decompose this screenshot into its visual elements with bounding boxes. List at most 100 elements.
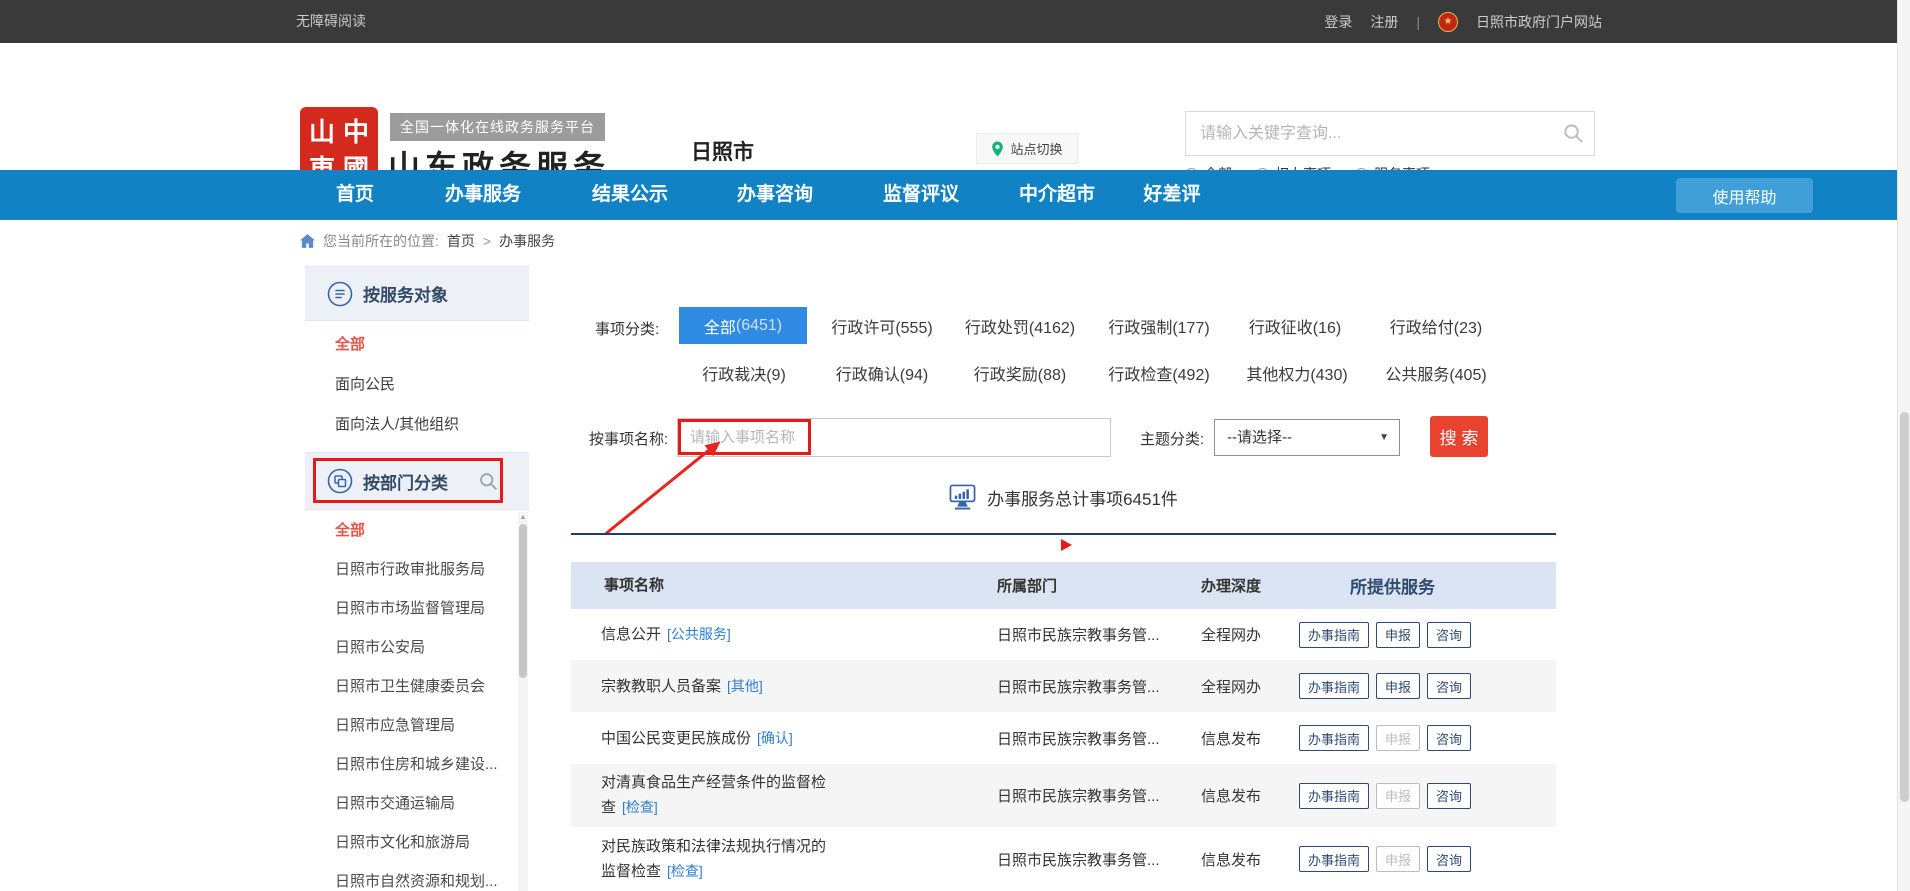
sidebar-item-dept[interactable]: 日照市应急管理局 (305, 706, 518, 745)
breadcrumb-home[interactable]: 首页 (447, 231, 475, 251)
category-chip[interactable]: 行政奖励(88) (974, 361, 1066, 385)
guide-button[interactable]: 办事指南 (1299, 622, 1369, 648)
login-link[interactable]: 登录 (1324, 12, 1352, 32)
keyword-search (1185, 111, 1595, 156)
item-tag-link[interactable]: [其他] (727, 678, 763, 694)
sidebar-item-citizens[interactable]: 面向公民 (305, 365, 529, 405)
category-chip[interactable]: 其他权力(430) (1246, 361, 1347, 385)
col-header-item-name: 事项名称 (571, 574, 997, 598)
list-circle-icon (327, 281, 353, 307)
category-chip[interactable]: 公共服务(405) (1385, 361, 1486, 385)
register-link[interactable]: 注册 (1370, 12, 1398, 32)
apply-button-disabled: 申报 (1376, 783, 1420, 809)
nav-item-agency-market[interactable]: 中介超市 (1019, 170, 1095, 220)
item-tag-link[interactable]: [检查] (622, 799, 658, 815)
stats-row: 办事服务总计事项6451件 (571, 484, 1556, 510)
consult-button[interactable]: 咨询 (1427, 622, 1471, 648)
apply-button[interactable]: 申报 (1376, 673, 1420, 699)
category-chip[interactable]: 行政处罚(4162) (965, 314, 1075, 338)
sidebar-item-all-targets[interactable]: 全部 (305, 325, 529, 365)
topbar: 无障碍阅读 登录 注册 | ★ 日照市政府门户网站 (0, 0, 1910, 43)
category-chip-active[interactable]: 全部(6451) (679, 307, 807, 344)
sidebar-scrollbar[interactable]: ▲ (518, 512, 528, 891)
section-by-service-target[interactable]: 按服务对象 (305, 266, 529, 321)
item-name-link[interactable]: 中国公民变更民族成份 (601, 730, 751, 747)
chart-monitor-icon (949, 484, 976, 510)
keyword-search-input[interactable] (1185, 111, 1595, 156)
sidebar-item-dept[interactable]: 日照市公安局 (305, 628, 518, 667)
apply-button[interactable]: 申报 (1376, 622, 1420, 648)
consult-button[interactable]: 咨询 (1427, 673, 1471, 699)
nav-item-home[interactable]: 首页 (336, 170, 374, 220)
location-pin-icon (991, 141, 1004, 157)
scrollbar-up-arrow-icon[interactable]: ▲ (518, 514, 528, 521)
department-search-icon[interactable] (478, 471, 499, 492)
guide-button[interactable]: 办事指南 (1299, 725, 1369, 751)
item-depth: 信息发布 (1201, 728, 1299, 749)
item-name-link[interactable]: 对民族政策和法律法规执行情况的监督检查 (601, 838, 826, 880)
search-icon[interactable] (1562, 122, 1585, 145)
city-name: 日照市 (691, 136, 754, 166)
sidebar-item-dept[interactable]: 日照市行政审批服务局 (305, 550, 518, 589)
consult-button[interactable]: 咨询 (1427, 725, 1471, 751)
item-depth: 信息发布 (1201, 785, 1299, 806)
apply-button-disabled: 申报 (1376, 725, 1420, 751)
topic-select[interactable]: --请选择-- ▼ (1214, 419, 1400, 456)
table-header: 事项名称 所属部门 办理深度 所提供服务 (571, 562, 1556, 609)
portal-link[interactable]: 日照市政府门户网站 (1476, 12, 1602, 32)
site-switch-button[interactable]: 站点切换 (976, 133, 1078, 164)
item-tag-link[interactable]: [检查] (667, 863, 703, 879)
accessibility-link[interactable]: 无障碍阅读 (296, 0, 366, 43)
item-tag-link[interactable]: [确认] (757, 730, 793, 746)
guide-button[interactable]: 办事指南 (1299, 846, 1369, 872)
sidebar-item-dept[interactable]: 日照市住房和城乡建设... (305, 745, 518, 784)
item-tag-link[interactable]: [公共服务] (667, 626, 731, 642)
sidebar-item-dept[interactable]: 日照市市场监督管理局 (305, 589, 518, 628)
item-name-input[interactable] (677, 418, 1111, 457)
help-button[interactable]: 使用帮助 (1676, 178, 1813, 213)
category-chip[interactable]: 行政征收(16) (1249, 314, 1341, 338)
nav-item-supervision[interactable]: 监督评议 (883, 170, 959, 220)
sidebar-item-dept[interactable]: 日照市卫生健康委员会 (305, 667, 518, 706)
nav-item-rating[interactable]: 好差评 (1143, 170, 1200, 220)
sidebar-item-dept[interactable]: 日照市自然资源和规划... (305, 862, 518, 891)
sidebar-item-dept[interactable]: 日照市文化和旅游局 (305, 823, 518, 862)
header: 山 中 東 國 全国一体化在线政务服务平台 山东政务服务 日照市 站点切换 全部… (0, 43, 1910, 170)
nav-item-services[interactable]: 办事服务 (445, 170, 521, 220)
table-row: 宗教教职人员备案[其他] 日照市民族宗教事务管... 全程网办 办事指南 申报 … (571, 660, 1556, 712)
sidebar-item-dept-all[interactable]: 全部 (305, 511, 518, 550)
col-header-services: 所提供服务 (1299, 573, 1556, 598)
category-filter-label: 事项分类: (595, 318, 659, 339)
guide-button[interactable]: 办事指南 (1299, 673, 1369, 699)
sidebar-item-legal-persons[interactable]: 面向法人/其他组织 (305, 405, 529, 445)
category-chip[interactable]: 行政给付(23) (1390, 314, 1482, 338)
consult-button[interactable]: 咨询 (1427, 783, 1471, 809)
breadcrumb-current: 办事服务 (499, 231, 555, 251)
item-name-link[interactable]: 信息公开 (601, 626, 661, 643)
section-by-department[interactable]: 按部门分类 (305, 452, 529, 510)
page-scrollbar[interactable] (1897, 0, 1910, 891)
topbar-divider: | (1416, 14, 1420, 30)
item-department: 日照市民族宗教事务管... (997, 849, 1201, 870)
guide-button[interactable]: 办事指南 (1299, 783, 1369, 809)
page: 无障碍阅读 登录 注册 | ★ 日照市政府门户网站 山 中 東 國 全国一体化在… (0, 0, 1910, 891)
main-content: 事项分类: 全部(6451) 行政许可(555) 行政处罚(4162) 行政强制… (571, 266, 1556, 891)
nav-item-consult[interactable]: 办事咨询 (737, 170, 813, 220)
apply-button-disabled: 申报 (1376, 846, 1420, 872)
item-department: 日照市民族宗教事务管... (997, 728, 1201, 749)
category-chip[interactable]: 行政裁决(9) (702, 361, 786, 385)
item-name-link[interactable]: 宗教教职人员备案 (601, 678, 721, 695)
nav-item-results[interactable]: 结果公示 (592, 170, 668, 220)
category-chip[interactable]: 行政检查(492) (1108, 361, 1209, 385)
search-submit-button[interactable]: 搜 索 (1430, 416, 1488, 457)
page-scrollbar-thumb[interactable] (1900, 412, 1909, 802)
consult-button[interactable]: 咨询 (1427, 846, 1471, 872)
category-chip[interactable]: 行政强制(177) (1108, 314, 1209, 338)
category-chip[interactable]: 行政许可(555) (831, 314, 932, 338)
sidebar-scrollbar-thumb[interactable] (519, 524, 527, 678)
category-chip[interactable]: 行政确认(94) (836, 361, 928, 385)
department-circle-icon (327, 468, 353, 494)
breadcrumb-prefix: 您当前所在的位置: (323, 231, 439, 251)
sidebar-item-dept[interactable]: 日照市交通运输局 (305, 784, 518, 823)
table-row: 对民族政策和法律法规执行情况的监督检查[检查] 日照市民族宗教事务管... 信息… (571, 827, 1556, 891)
